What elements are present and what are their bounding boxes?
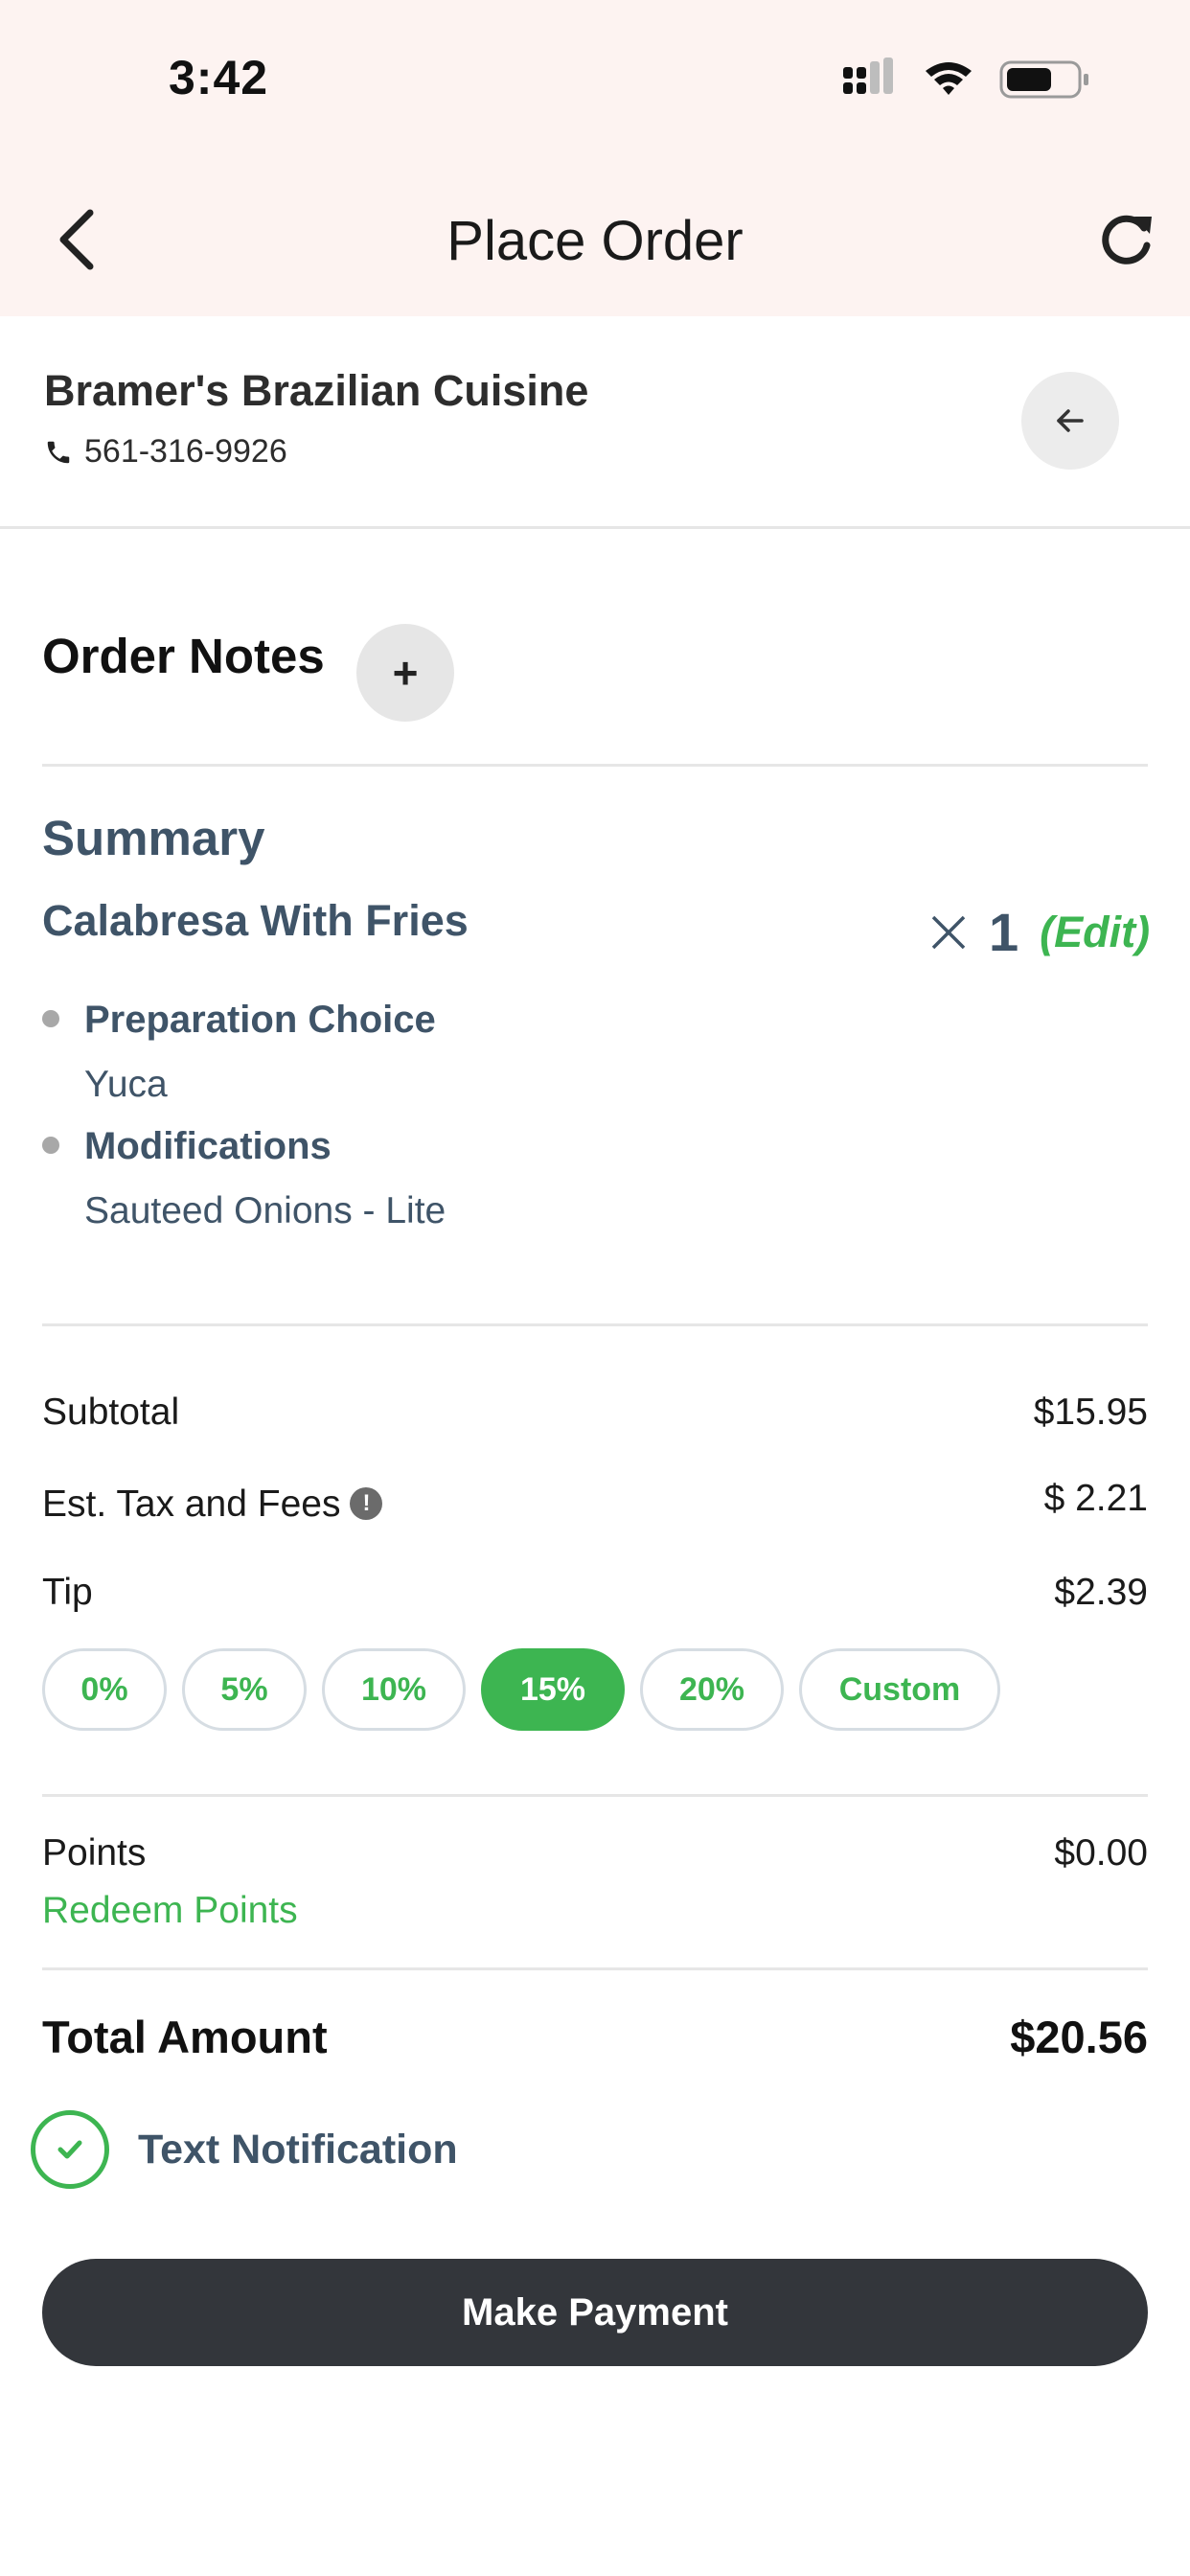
multiply-icon (931, 915, 966, 949)
arrow-left-icon (1057, 409, 1084, 432)
order-notes-title: Order Notes (42, 629, 325, 683)
divider (42, 1967, 1148, 1970)
add-order-note-button[interactable]: + (356, 624, 454, 722)
checkbox-checked-icon[interactable] (31, 2110, 109, 2189)
tip-option-10[interactable]: 10% (322, 1648, 466, 1731)
subtotal-label: Subtotal (42, 1392, 180, 1433)
points-label: Points (42, 1832, 147, 1874)
tip-option-15[interactable]: 15% (481, 1648, 625, 1731)
total-label: Total Amount (42, 2012, 328, 2062)
divider (42, 764, 1148, 767)
bullet (42, 1010, 59, 1027)
status-icons (843, 58, 1088, 99)
item-name: Calabresa With Fries (42, 896, 469, 945)
tip-option-5[interactable]: 5% (182, 1648, 307, 1731)
signal-icon (843, 58, 893, 94)
check-icon (57, 2140, 82, 2159)
tip-options: 0% 5% 10% 15% 20% Custom (42, 1648, 1000, 1731)
restaurant-back-button[interactable] (1021, 372, 1119, 470)
divider (42, 1794, 1148, 1797)
tax-value: $ 2.21 (1043, 1478, 1148, 1519)
summary-title: Summary (42, 811, 265, 865)
edit-item-link[interactable]: (Edit) (1040, 908, 1150, 957)
refresh-icon[interactable] (1092, 207, 1159, 274)
bullet (42, 1137, 59, 1154)
text-notification-toggle[interactable]: Text Notification (31, 2110, 458, 2189)
tip-value: $2.39 (1054, 1572, 1148, 1613)
wifi-icon (926, 62, 972, 95)
option-label: Preparation Choice (84, 999, 436, 1041)
info-icon[interactable]: ! (350, 1486, 383, 1520)
restaurant-name: Bramer's Brazilian Cuisine (44, 366, 589, 415)
tax-label: Est. Tax and Fees (42, 1484, 341, 1525)
make-payment-button[interactable]: Make Payment (42, 2259, 1148, 2366)
status-time: 3:42 (169, 51, 269, 104)
option-value: Yuca (84, 1064, 168, 1105)
tip-option-20[interactable]: 20% (640, 1648, 784, 1731)
quantity-value: 1 (989, 902, 1019, 962)
item-quantity: 1 (Edit) (929, 901, 1150, 963)
text-notification-label: Text Notification (138, 2126, 458, 2173)
option-label: Modifications (84, 1125, 332, 1167)
total-value: $20.56 (1010, 2012, 1148, 2062)
tip-option-0[interactable]: 0% (42, 1648, 167, 1731)
redeem-points-link[interactable]: Redeem Points (42, 1890, 298, 1932)
page-title: Place Order (446, 210, 744, 272)
restaurant-card: Bramer's Brazilian Cuisine 561-316-9926 (0, 316, 1190, 529)
phone-number: 561-316-9926 (84, 433, 287, 470)
restaurant-phone[interactable]: 561-316-9926 (44, 433, 287, 471)
tax-row: Est. Tax and Fees! (42, 1484, 383, 1526)
option-value: Sauteed Onions - Lite (84, 1190, 446, 1231)
phone-icon (47, 441, 70, 463)
top-bar: 3:42 Place Order (0, 0, 1190, 316)
subtotal-value: $15.95 (1033, 1392, 1148, 1433)
tip-label: Tip (42, 1572, 93, 1613)
battery-icon (999, 60, 1088, 99)
tip-option-custom[interactable]: Custom (799, 1648, 1000, 1731)
divider (42, 1323, 1148, 1326)
points-value: $0.00 (1054, 1832, 1148, 1874)
